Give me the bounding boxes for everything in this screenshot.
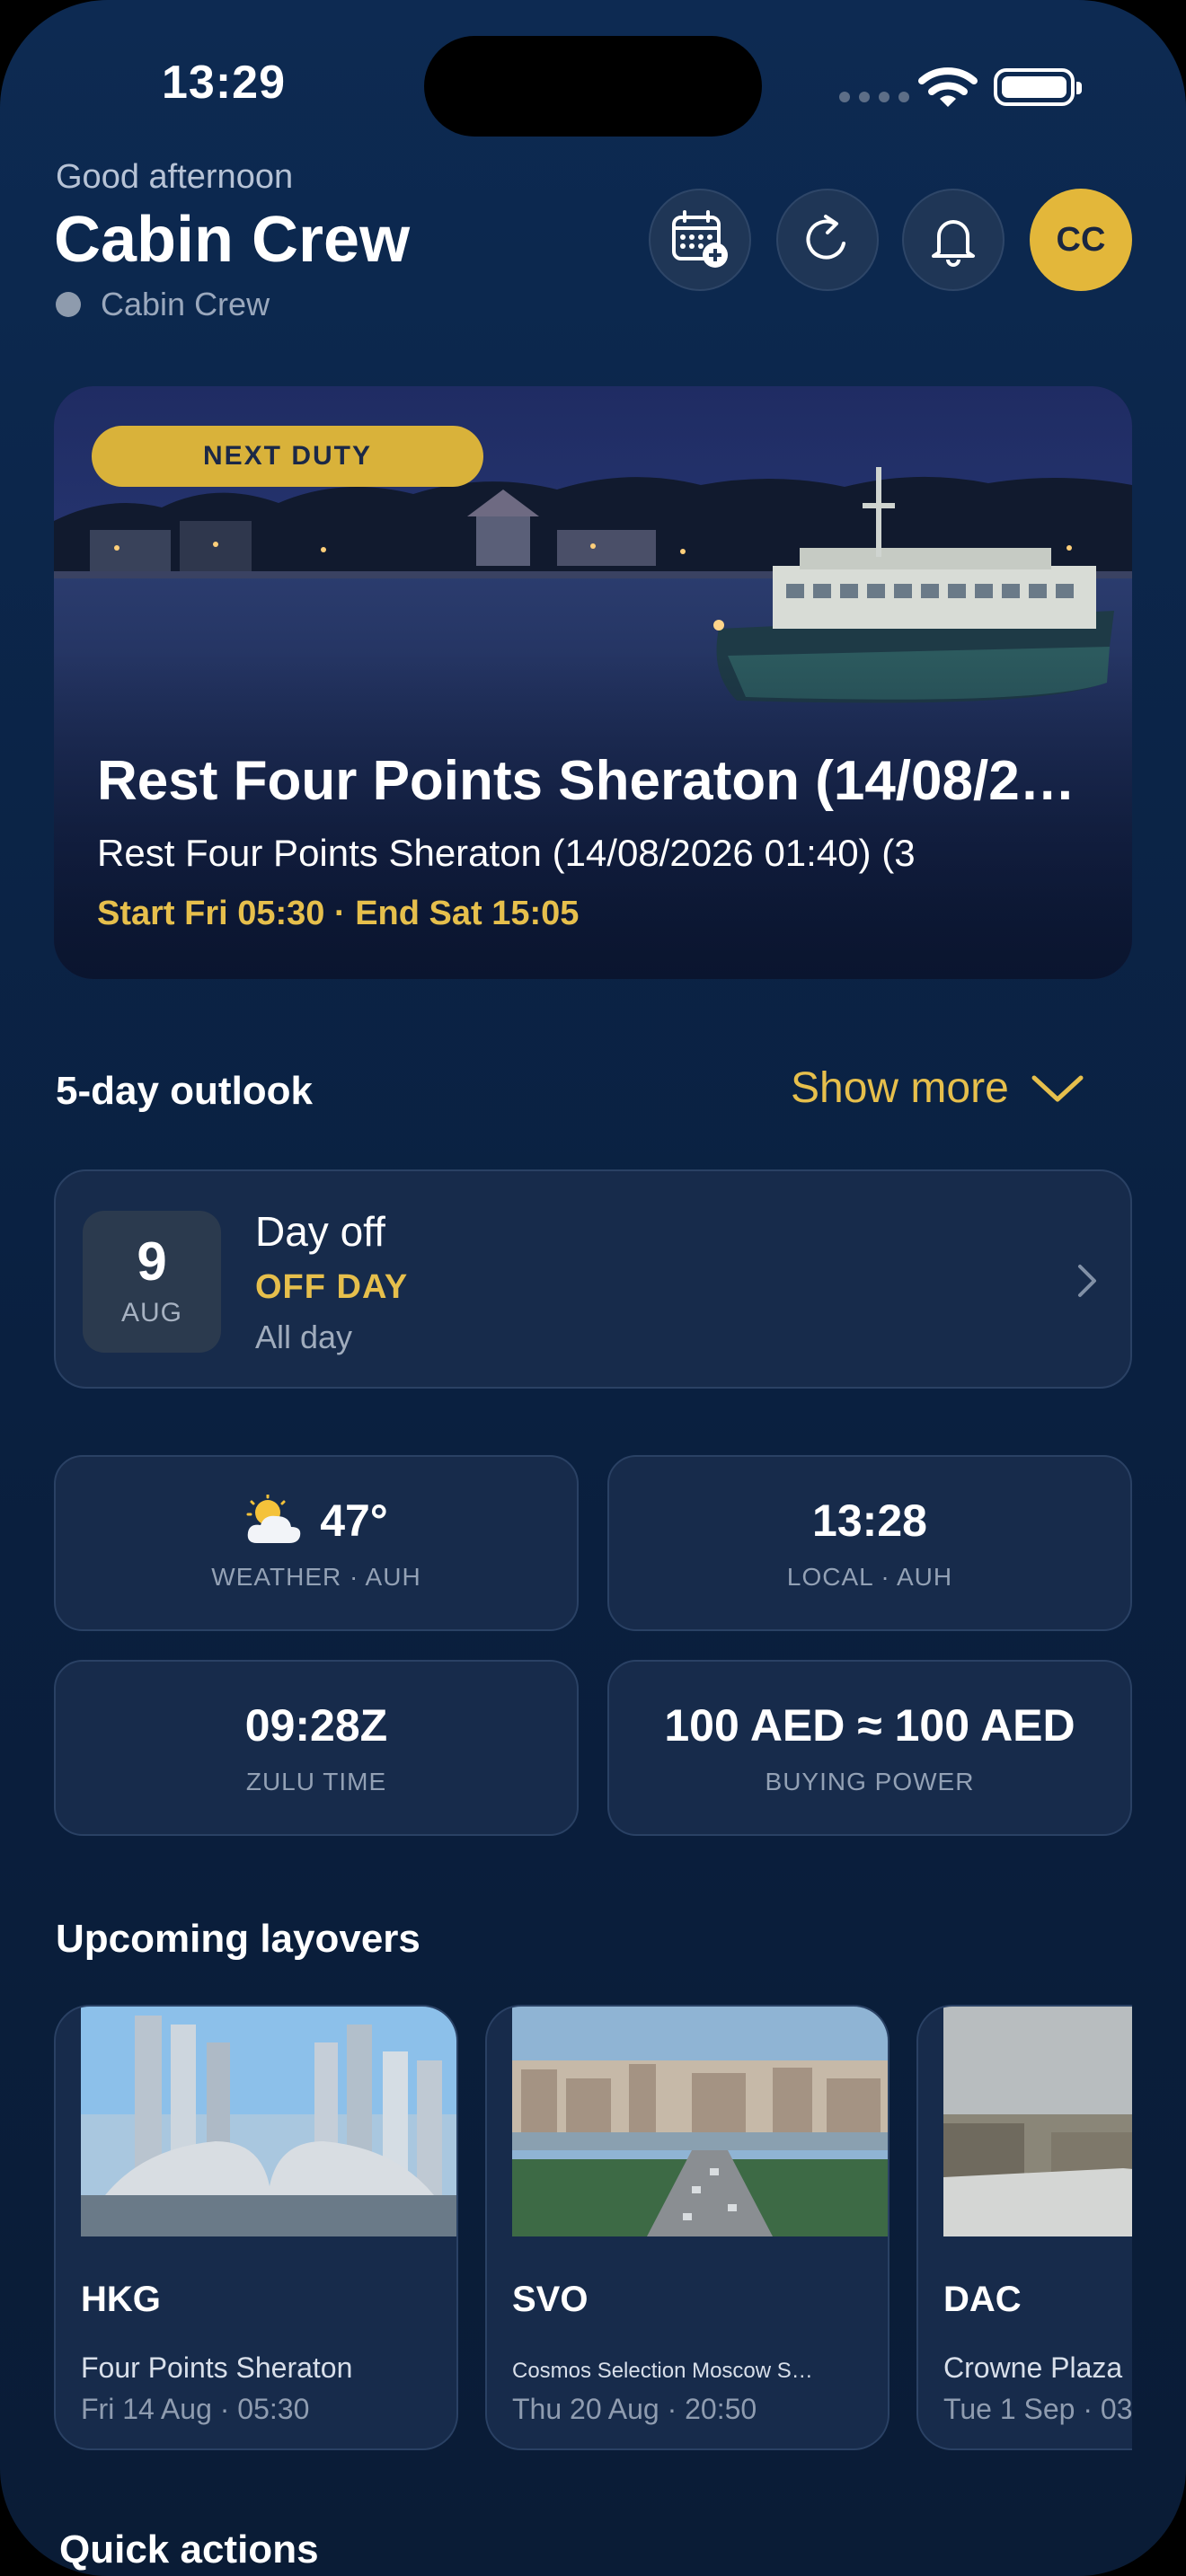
partly-cloudy-icon bbox=[246, 1495, 301, 1543]
quick-actions-title: Quick actions bbox=[59, 2527, 319, 2572]
duty-times: Start Fri 05:30 · End Sat 15:05 bbox=[97, 895, 580, 932]
weather-temp: 47° bbox=[320, 1495, 388, 1546]
dynamic-island bbox=[424, 36, 762, 137]
local-time-tile[interactable]: 13:28 LOCAL · AUH bbox=[607, 1455, 1132, 1631]
battery-icon bbox=[994, 68, 1082, 106]
buying-power-tile[interactable]: 100 AED ≈ 100 AED BUYING POWER bbox=[607, 1660, 1132, 1836]
refresh-button[interactable] bbox=[776, 189, 879, 291]
date-month: AUG bbox=[120, 1298, 182, 1328]
layovers-title: Upcoming layovers bbox=[56, 1917, 420, 1961]
chevron-right-icon bbox=[1078, 1265, 1096, 1297]
weather-tile[interactable]: 47° WEATHER · AUH bbox=[54, 1455, 579, 1631]
user-role: Cabin Crew bbox=[56, 286, 270, 323]
layover-code: DAC bbox=[943, 2280, 1022, 2319]
layover-hotel: Four Points Sheraton bbox=[81, 2351, 353, 2384]
duty-title: Rest Four Points Sheraton (14/08/2026 01… bbox=[97, 750, 1103, 812]
layover-card[interactable]: DAC Crowne Plaza D Tue 1 Sep · 03 bbox=[916, 2005, 1132, 2450]
show-more-button[interactable]: Show more bbox=[791, 1063, 1084, 1113]
next-duty-card[interactable]: NEXT DUTY Rest Four Points Sheraton (14/… bbox=[54, 386, 1132, 979]
add-calendar-button[interactable] bbox=[649, 189, 751, 291]
next-duty-badge: NEXT DUTY bbox=[92, 426, 483, 487]
buying-power-value: 100 AED ≈ 100 AED bbox=[664, 1700, 1075, 1751]
layover-photo-dac bbox=[943, 2007, 1132, 2236]
layover-date: Fri 14 Aug · 05:30 bbox=[81, 2393, 310, 2425]
local-time-value: 13:28 bbox=[812, 1495, 927, 1546]
avatar[interactable]: CC bbox=[1030, 189, 1132, 291]
status-time: 13:29 bbox=[162, 57, 286, 109]
layover-code: SVO bbox=[512, 2280, 589, 2319]
buying-power-label: BUYING POWER bbox=[765, 1768, 975, 1795]
bell-icon bbox=[932, 220, 975, 267]
weather-value: 47° bbox=[244, 1495, 388, 1547]
user-role-label: Cabin Crew bbox=[101, 286, 270, 322]
weather-label: WEATHER · AUH bbox=[211, 1563, 421, 1591]
show-more-label: Show more bbox=[791, 1064, 1009, 1112]
date-box: 9 AUG bbox=[83, 1211, 221, 1353]
user-name: Cabin Crew bbox=[54, 204, 411, 276]
layover-date: Tue 1 Sep · 03 bbox=[943, 2393, 1132, 2425]
zulu-time-label: ZULU TIME bbox=[245, 1768, 387, 1795]
layover-hotel: Crowne Plaza D bbox=[943, 2351, 1132, 2384]
app-screen: 13:29 Good afternoon Cabin Crew Cabin Cr… bbox=[0, 0, 1186, 2576]
refresh-icon bbox=[806, 215, 845, 260]
local-time-label: LOCAL · AUH bbox=[786, 1563, 953, 1591]
wifi-icon bbox=[918, 67, 978, 107]
duty-subtitle: Rest Four Points Sheraton (14/08/2026 01… bbox=[97, 832, 916, 874]
layover-card[interactable]: SVO Cosmos Selection Moscow S… Thu 20 Au… bbox=[485, 2005, 890, 2450]
layover-code: HKG bbox=[81, 2280, 161, 2319]
layover-date: Thu 20 Aug · 20:50 bbox=[512, 2393, 757, 2425]
outlook-day-card[interactable]: 9 AUG Day off OFF DAY All day bbox=[54, 1169, 1132, 1389]
outlook-title: 5-day outlook bbox=[56, 1069, 314, 1113]
greeting: Good afternoon bbox=[56, 158, 294, 196]
date-day: 9 bbox=[137, 1231, 167, 1292]
day-time: All day bbox=[255, 1319, 353, 1355]
layover-photo-hkg bbox=[81, 2007, 456, 2236]
layover-photo-svo bbox=[512, 2007, 888, 2236]
day-title: Day off bbox=[255, 1208, 385, 1255]
notifications-button[interactable] bbox=[902, 189, 1005, 291]
layovers-carousel[interactable]: HKG Four Points Sheraton Fri 14 Aug · 05… bbox=[54, 2005, 1132, 2454]
calendar-add-icon bbox=[672, 210, 728, 268]
status-dot-icon bbox=[56, 292, 81, 317]
cellular-signal-icon bbox=[839, 92, 909, 102]
zulu-time-tile[interactable]: 09:28Z ZULU TIME bbox=[54, 1660, 579, 1836]
day-type: OFF DAY bbox=[255, 1268, 409, 1306]
zulu-time-value: 09:28Z bbox=[244, 1700, 388, 1751]
layover-hotel: Cosmos Selection Moscow S… bbox=[512, 2359, 813, 2383]
layover-card[interactable]: HKG Four Points Sheraton Fri 14 Aug · 05… bbox=[54, 2005, 458, 2450]
chevron-down-icon bbox=[1031, 1075, 1084, 1101]
